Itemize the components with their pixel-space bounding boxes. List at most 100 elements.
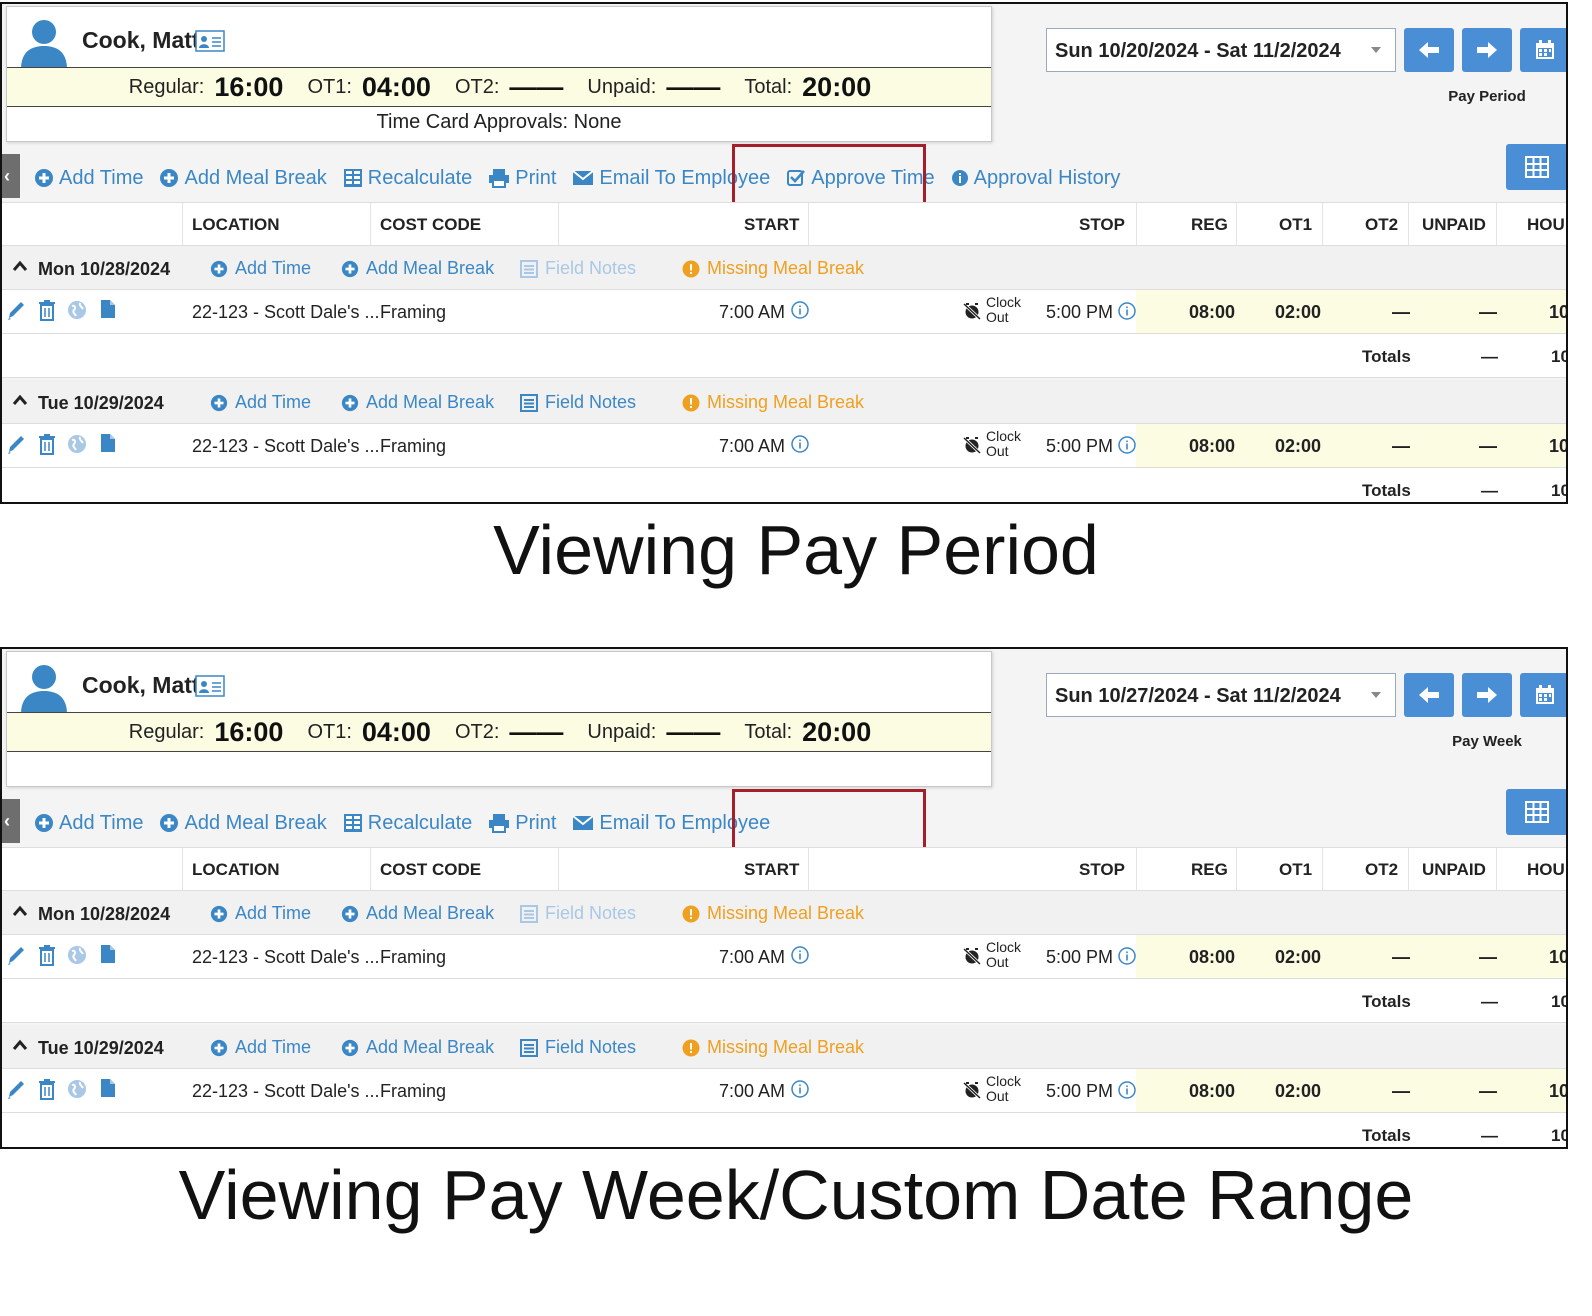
day-add-time-button[interactable]: Add Time	[210, 903, 311, 924]
globe-icon[interactable]	[67, 944, 87, 966]
column-location[interactable]: LOCATION	[192, 215, 280, 235]
plus-circle-icon	[210, 260, 228, 277]
document-icon[interactable]	[100, 1078, 116, 1098]
column-layout-button[interactable]	[1506, 789, 1566, 835]
date-range-select[interactable]: Sun 10/27/2024 - Sat 11/2/2024	[1046, 673, 1396, 717]
day-field-notes-button[interactable]: Field Notes	[520, 258, 636, 279]
location-cell: 22-123 - Scott Dale's ...	[192, 1081, 380, 1101]
day-add-meal-break-button[interactable]: Add Meal Break	[341, 258, 494, 279]
day-add-meal-break-button[interactable]: Add Meal Break	[341, 903, 494, 924]
day-add-time-button[interactable]: Add Time	[210, 258, 311, 279]
info-icon[interactable]	[791, 946, 809, 964]
document-icon[interactable]	[100, 944, 116, 964]
plus-circle-icon	[210, 1039, 228, 1056]
add-meal-break-button[interactable]: Add Meal Break	[159, 812, 327, 835]
pencil-icon[interactable]	[6, 944, 26, 966]
info-icon[interactable]	[1118, 1081, 1136, 1099]
chevron-up-icon[interactable]	[12, 1037, 28, 1053]
missing-meal-break-warning[interactable]: Missing Meal Break	[682, 258, 864, 279]
chevron-up-icon[interactable]	[12, 258, 28, 274]
action-toolbar: Add Time Add Meal Break Recalculate Prin…	[34, 808, 786, 838]
pencil-icon[interactable]	[6, 1078, 26, 1100]
recalculate-button[interactable]: Recalculate	[343, 167, 472, 190]
day-add-meal-break-label: Add Meal Break	[366, 1037, 495, 1057]
recalculate-button[interactable]: Recalculate	[343, 812, 472, 835]
add-time-button[interactable]: Add Time	[34, 812, 143, 835]
chevron-left-icon: ‹	[4, 166, 10, 186]
trash-icon[interactable]	[38, 944, 56, 966]
globe-icon[interactable]	[67, 1078, 87, 1100]
day-add-meal-break-button[interactable]: Add Meal Break	[341, 392, 494, 413]
column-stop[interactable]: STOP	[1079, 860, 1125, 880]
column-ot1[interactable]: OT1	[1279, 215, 1312, 235]
unpaid-label: Unpaid:	[587, 75, 657, 98]
id-card-icon[interactable]	[195, 674, 225, 698]
day-field-notes-button[interactable]: Field Notes	[520, 903, 636, 924]
collapse-sidebar-tab[interactable]: ‹	[2, 799, 20, 843]
previous-period-button[interactable]	[1404, 28, 1454, 72]
column-layout-button[interactable]	[1506, 144, 1566, 190]
calendar-button[interactable]	[1520, 673, 1566, 717]
column-unpaid[interactable]: UNPAID	[1422, 860, 1486, 880]
pencil-icon[interactable]	[6, 299, 26, 321]
next-period-button[interactable]	[1462, 673, 1512, 717]
column-reg[interactable]: REG	[1191, 860, 1228, 880]
printer-icon	[489, 169, 510, 188]
column-cost-code[interactable]: COST CODE	[380, 860, 481, 880]
previous-period-button[interactable]	[1404, 673, 1454, 717]
add-time-label: Add Time	[59, 811, 144, 834]
column-unpaid[interactable]: UNPAID	[1422, 215, 1486, 235]
info-icon[interactable]	[791, 435, 809, 453]
column-stop[interactable]: STOP	[1079, 215, 1125, 235]
stop-time-cell: 5:00 PM	[1046, 302, 1114, 322]
column-start[interactable]: START	[744, 215, 799, 235]
info-icon[interactable]	[791, 1080, 809, 1098]
info-icon[interactable]	[1118, 436, 1136, 454]
collapse-sidebar-tab[interactable]: ‹	[2, 154, 20, 198]
column-cost-code[interactable]: COST CODE	[380, 215, 481, 235]
chevron-up-icon[interactable]	[12, 903, 28, 919]
print-label: Print	[515, 166, 557, 189]
missing-meal-break-warning[interactable]: Missing Meal Break	[682, 903, 864, 924]
day-add-time-button[interactable]: Add Time	[210, 1037, 311, 1058]
ot1-label: OT1:	[307, 75, 352, 98]
totals-hours: 10	[1551, 481, 1566, 500]
add-meal-break-button[interactable]: Add Meal Break	[159, 167, 327, 190]
missing-meal-break-warning[interactable]: Missing Meal Break	[682, 392, 864, 413]
globe-icon[interactable]	[67, 433, 87, 455]
globe-icon[interactable]	[67, 299, 87, 321]
day-add-time-button[interactable]: Add Time	[210, 392, 311, 413]
print-button[interactable]: Print	[488, 167, 556, 190]
column-location[interactable]: LOCATION	[192, 860, 280, 880]
plus-circle-icon	[160, 169, 179, 187]
column-ot2[interactable]: OT2	[1365, 215, 1398, 235]
pencil-icon[interactable]	[6, 433, 26, 455]
start-time-cell: 7:00 AM	[719, 436, 786, 456]
column-hours[interactable]: HOU	[1527, 860, 1565, 880]
day-field-notes-button[interactable]: Field Notes	[520, 392, 636, 413]
approval-history-button[interactable]: Approval History	[951, 167, 1120, 190]
chevron-up-icon[interactable]	[12, 392, 28, 408]
column-ot1[interactable]: OT1	[1279, 860, 1312, 880]
column-ot2[interactable]: OT2	[1365, 860, 1398, 880]
info-icon[interactable]	[1118, 302, 1136, 320]
trash-icon[interactable]	[38, 299, 56, 321]
day-add-meal-break-button[interactable]: Add Meal Break	[341, 1037, 494, 1058]
column-reg[interactable]: REG	[1191, 215, 1228, 235]
column-hours[interactable]: HOU	[1527, 215, 1565, 235]
id-card-icon[interactable]	[195, 29, 225, 53]
trash-icon[interactable]	[38, 433, 56, 455]
date-range-select[interactable]: Sun 10/20/2024 - Sat 11/2/2024	[1046, 28, 1396, 72]
next-period-button[interactable]	[1462, 28, 1512, 72]
day-field-notes-button[interactable]: Field Notes	[520, 1037, 636, 1058]
document-icon[interactable]	[100, 433, 116, 453]
document-icon[interactable]	[100, 299, 116, 319]
add-time-button[interactable]: Add Time	[34, 167, 143, 190]
print-button[interactable]: Print	[488, 812, 556, 835]
missing-meal-break-warning[interactable]: Missing Meal Break	[682, 1037, 864, 1058]
trash-icon[interactable]	[38, 1078, 56, 1100]
info-icon[interactable]	[791, 301, 809, 319]
column-start[interactable]: START	[744, 860, 799, 880]
info-icon[interactable]	[1118, 947, 1136, 965]
calendar-button[interactable]	[1520, 28, 1566, 72]
